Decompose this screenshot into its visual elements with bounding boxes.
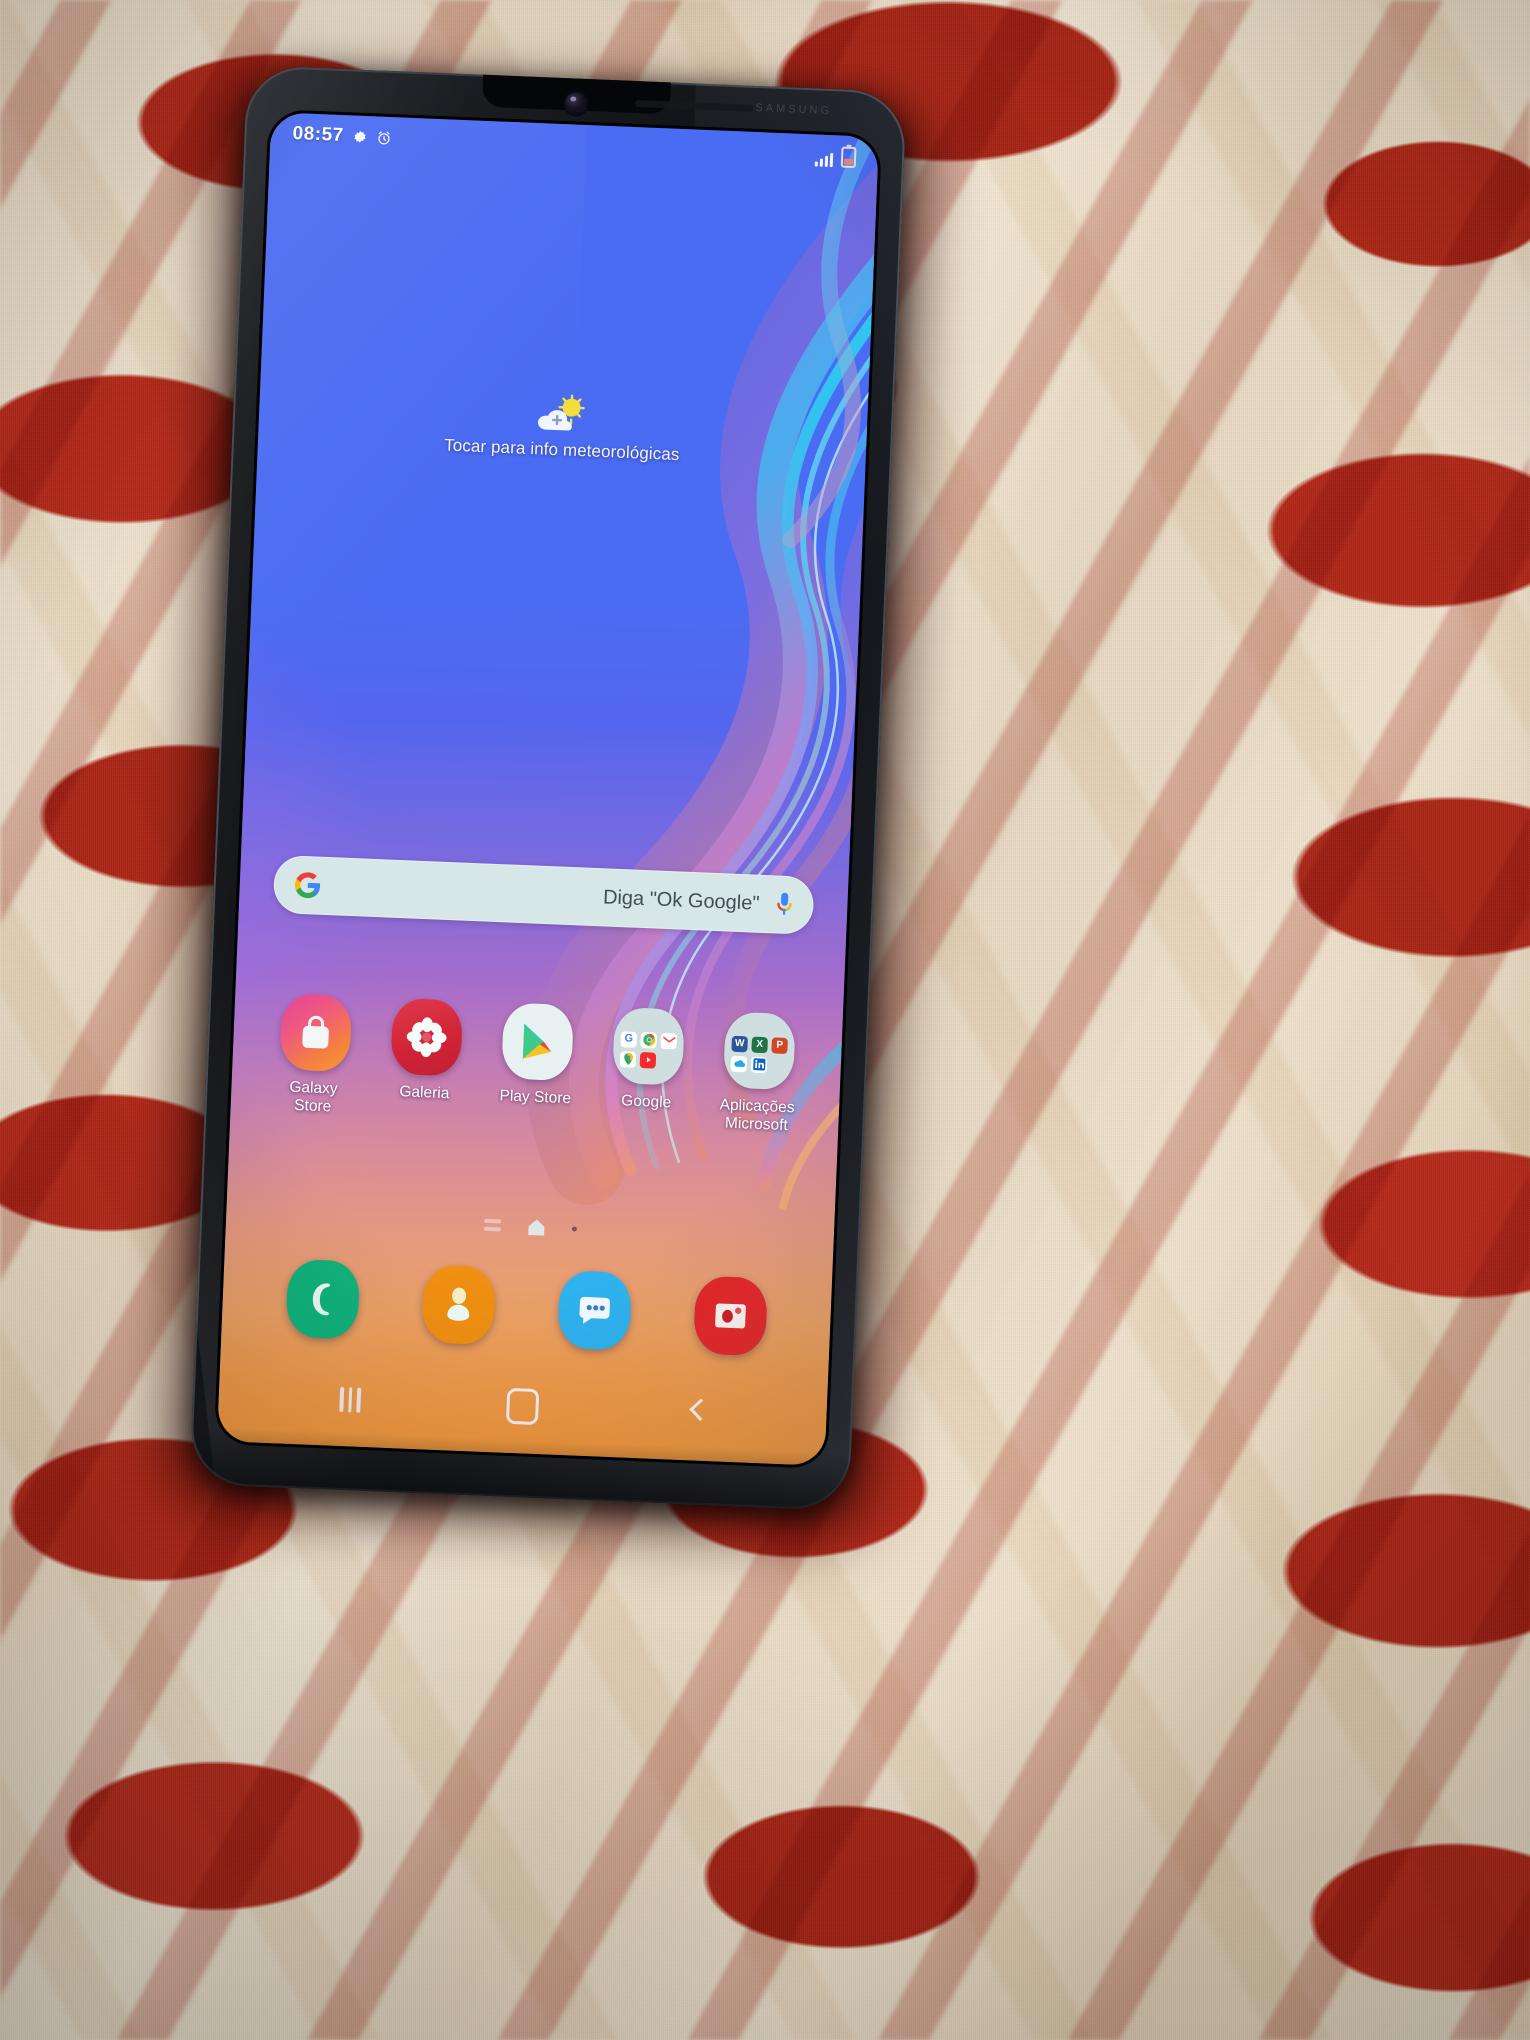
status-bar-left: 08:57 xyxy=(292,123,392,149)
linkedin-icon xyxy=(750,1056,768,1073)
word-icon: W xyxy=(731,1035,749,1052)
folder-preview: G xyxy=(612,1007,685,1086)
app-label: Galeria xyxy=(399,1083,450,1103)
camera-icon[interactable] xyxy=(692,1275,769,1357)
signal-strength-icon xyxy=(814,151,834,167)
phone-icon[interactable] xyxy=(285,1258,361,1340)
google-g-icon xyxy=(293,871,322,900)
app-grid: Galaxy Store Galeria Play Store G Google… xyxy=(246,992,826,1137)
app-folder-microsoft[interactable]: W X P Aplicações Microsoft xyxy=(704,1011,813,1136)
gear-icon xyxy=(352,129,368,145)
front-camera-icon xyxy=(564,92,588,116)
status-clock: 08:57 xyxy=(292,122,345,147)
play-store-icon[interactable] xyxy=(501,1002,575,1082)
app-galeria[interactable]: Galeria xyxy=(371,997,480,1122)
chrome-icon xyxy=(640,1031,658,1049)
search-placeholder[interactable]: Diga "Ok Google" xyxy=(321,874,776,916)
microsoft-folder-icon[interactable]: W X P xyxy=(722,1011,796,1091)
phone-screen[interactable]: 08:57 Tocar para info meteorológicas Dig… xyxy=(216,112,879,1466)
home-icon[interactable] xyxy=(506,1387,540,1426)
recents-icon[interactable] xyxy=(339,1386,362,1413)
messages-icon[interactable] xyxy=(557,1269,633,1351)
app-folder-google[interactable]: G Google xyxy=(593,1006,702,1131)
app-label: Google xyxy=(620,1092,672,1112)
microphone-icon[interactable] xyxy=(775,890,794,919)
galaxy-store-icon[interactable] xyxy=(279,993,353,1073)
gallery-icon[interactable] xyxy=(390,997,464,1077)
onedrive-icon xyxy=(730,1055,748,1072)
phone-body: SAMSUNG 08:57 Tocar para info meteorológ… xyxy=(189,65,907,1511)
smartphone: SAMSUNG 08:57 Tocar para info meteorológ… xyxy=(161,65,935,1544)
sun-behind-cloud-plus-icon xyxy=(531,391,595,438)
powerpoint-icon: P xyxy=(771,1036,788,1054)
alarm-icon xyxy=(376,130,392,146)
back-icon[interactable] xyxy=(685,1398,706,1429)
google-icon: G xyxy=(620,1030,638,1048)
folder-preview: W X P xyxy=(723,1011,796,1090)
app-play-store[interactable]: Play Store xyxy=(482,1002,591,1127)
battery-icon xyxy=(840,145,857,168)
status-bar-right xyxy=(814,145,857,168)
app-label: Aplicações Microsoft xyxy=(719,1096,795,1135)
app-label: Play Store xyxy=(499,1087,572,1108)
app-galaxy-store[interactable]: Galaxy Store xyxy=(260,993,369,1118)
brand-logo: SAMSUNG xyxy=(755,101,833,118)
home-page-icon[interactable] xyxy=(526,1217,546,1237)
gmail-icon xyxy=(660,1032,678,1049)
page-dot[interactable] xyxy=(571,1225,577,1232)
contacts-icon[interactable] xyxy=(421,1264,497,1346)
google-folder-icon[interactable]: G xyxy=(611,1006,686,1086)
excel-icon: X xyxy=(751,1036,768,1053)
app-label: Galaxy Store xyxy=(289,1078,338,1116)
app-list-icon[interactable] xyxy=(483,1218,501,1232)
youtube-icon xyxy=(639,1051,657,1069)
photo-scene: SAMSUNG 08:57 Tocar para info meteorológ… xyxy=(0,0,1530,2040)
maps-icon xyxy=(619,1050,637,1068)
